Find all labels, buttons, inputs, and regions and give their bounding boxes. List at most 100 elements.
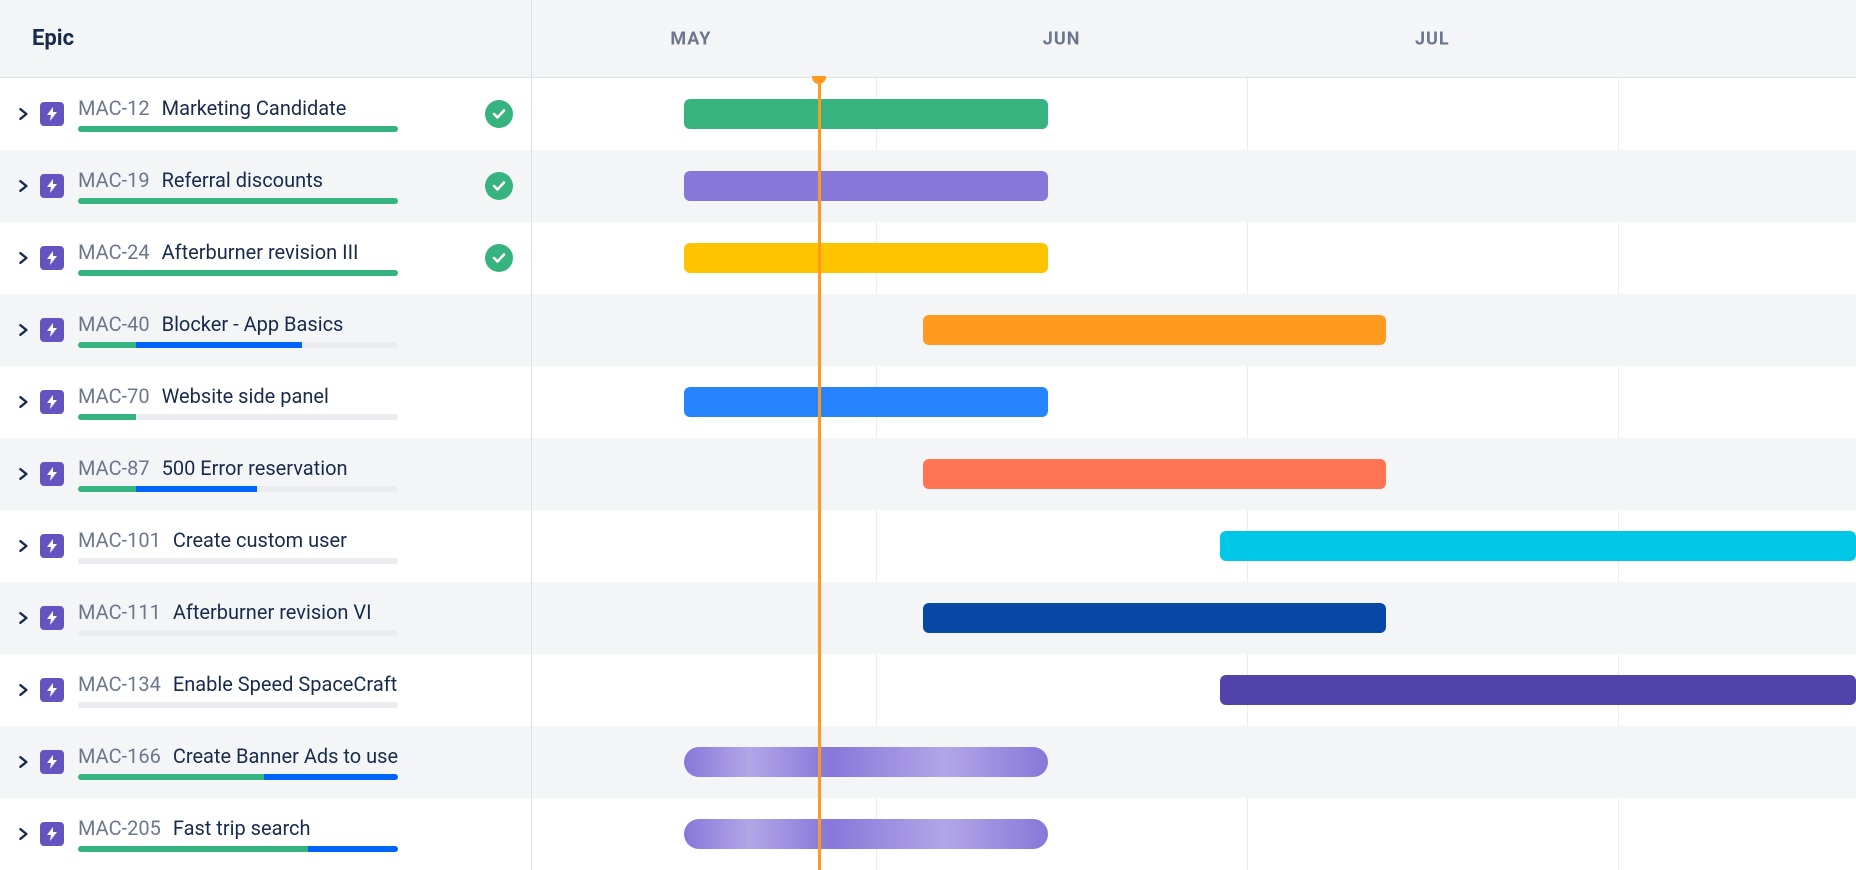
epic-type-icon: [40, 678, 64, 702]
epic-timeline-bar[interactable]: [684, 819, 1048, 849]
epic-row[interactable]: MAC-101 Create custom user: [0, 510, 531, 582]
epic-title[interactable]: Enable Speed SpaceCraft: [173, 672, 397, 696]
timeline-row: [532, 510, 1856, 582]
epic-title[interactable]: Referral discounts: [162, 168, 323, 192]
epic-type-icon: [40, 390, 64, 414]
expand-chevron-icon[interactable]: [18, 684, 30, 696]
expand-chevron-icon[interactable]: [18, 396, 30, 408]
epic-text-block: MAC-12 Marketing Candidate: [78, 96, 473, 132]
timeline-row: [532, 150, 1856, 222]
epic-row[interactable]: MAC-70 Website side panel: [0, 366, 531, 438]
timeline-row: [532, 222, 1856, 294]
epic-type-icon: [40, 318, 64, 342]
epic-timeline-bar[interactable]: [684, 387, 1048, 417]
epic-row[interactable]: MAC-134 Enable Speed SpaceCraft: [0, 654, 531, 726]
epic-progress-bar: [78, 846, 398, 852]
expand-chevron-icon[interactable]: [18, 756, 30, 768]
done-check-icon: [485, 244, 513, 272]
epic-timeline-bar[interactable]: [684, 99, 1048, 129]
epic-text-block: MAC-40 Blocker - App Basics: [78, 312, 513, 348]
epic-title[interactable]: Fast trip search: [173, 816, 311, 840]
epic-text-block: MAC-166 Create Banner Ads to use: [78, 744, 513, 780]
epic-timeline-bar[interactable]: [1220, 675, 1856, 705]
expand-chevron-icon[interactable]: [18, 468, 30, 480]
epic-key[interactable]: MAC-12: [78, 96, 150, 120]
expand-chevron-icon[interactable]: [18, 252, 30, 264]
epic-title[interactable]: Afterburner revision VI: [173, 600, 372, 624]
epic-text-block: MAC-87 500 Error reservation: [78, 456, 513, 492]
epic-key[interactable]: MAC-205: [78, 816, 161, 840]
epic-row[interactable]: MAC-19 Referral discounts: [0, 150, 531, 222]
expand-chevron-icon[interactable]: [18, 828, 30, 840]
epic-title[interactable]: Blocker - App Basics: [162, 312, 344, 336]
sidebar-header: Epic: [0, 0, 531, 78]
epic-timeline-bar[interactable]: [923, 315, 1386, 345]
epic-row[interactable]: MAC-111 Afterburner revision VI: [0, 582, 531, 654]
timeline-row: [532, 582, 1856, 654]
epic-timeline-bar[interactable]: [684, 171, 1048, 201]
epic-title[interactable]: 500 Error reservation: [162, 456, 348, 480]
epic-row[interactable]: MAC-87 500 Error reservation: [0, 438, 531, 510]
month-label: JUL: [1415, 28, 1450, 49]
epic-row[interactable]: MAC-24 Afterburner revision III: [0, 222, 531, 294]
epic-text-block: MAC-19 Referral discounts: [78, 168, 473, 204]
epic-progress-bar: [78, 342, 398, 348]
epic-text-block: MAC-205 Fast trip search: [78, 816, 513, 852]
today-marker: [818, 78, 821, 870]
epic-type-icon: [40, 102, 64, 126]
epic-type-icon: [40, 534, 64, 558]
sidebar-title: Epic: [32, 26, 74, 51]
epic-type-icon: [40, 750, 64, 774]
epic-key[interactable]: MAC-101: [78, 528, 161, 552]
epic-title[interactable]: Create Banner Ads to use: [173, 744, 398, 768]
epic-progress-bar: [78, 630, 398, 636]
expand-chevron-icon[interactable]: [18, 324, 30, 336]
epic-type-icon: [40, 462, 64, 486]
epic-title[interactable]: Marketing Candidate: [162, 96, 347, 120]
epic-timeline-bar[interactable]: [1220, 531, 1856, 561]
epic-text-block: MAC-111 Afterburner revision VI: [78, 600, 513, 636]
expand-chevron-icon[interactable]: [18, 108, 30, 120]
epic-type-icon: [40, 822, 64, 846]
epic-text-block: MAC-24 Afterburner revision III: [78, 240, 473, 276]
epic-row[interactable]: MAC-40 Blocker - App Basics: [0, 294, 531, 366]
epic-type-icon: [40, 174, 64, 198]
timeline-row: [532, 294, 1856, 366]
epic-key[interactable]: MAC-166: [78, 744, 161, 768]
epic-timeline-bar[interactable]: [684, 243, 1048, 273]
epic-type-icon: [40, 246, 64, 270]
epic-text-block: MAC-70 Website side panel: [78, 384, 513, 420]
epic-title[interactable]: Afterburner revision III: [162, 240, 359, 264]
epic-progress-bar: [78, 702, 398, 708]
epic-progress-bar: [78, 126, 398, 132]
epic-progress-bar: [78, 270, 398, 276]
timeline-row: [532, 654, 1856, 726]
expand-chevron-icon[interactable]: [18, 180, 30, 192]
epic-key[interactable]: MAC-24: [78, 240, 150, 264]
epic-timeline-bar[interactable]: [923, 459, 1386, 489]
month-label: JUN: [1043, 28, 1081, 49]
epic-row[interactable]: MAC-205 Fast trip search: [0, 798, 531, 870]
epic-text-block: MAC-134 Enable Speed SpaceCraft: [78, 672, 513, 708]
expand-chevron-icon[interactable]: [18, 612, 30, 624]
epic-key[interactable]: MAC-40: [78, 312, 150, 336]
epic-key[interactable]: MAC-87: [78, 456, 150, 480]
epic-timeline-bar[interactable]: [684, 747, 1048, 777]
epic-row[interactable]: MAC-166 Create Banner Ads to use: [0, 726, 531, 798]
epic-title[interactable]: Create custom user: [173, 528, 347, 552]
expand-chevron-icon[interactable]: [18, 540, 30, 552]
epic-progress-bar: [78, 774, 398, 780]
epic-progress-bar: [78, 486, 398, 492]
epic-key[interactable]: MAC-19: [78, 168, 150, 192]
epic-key[interactable]: MAC-111: [78, 600, 161, 624]
epic-row[interactable]: MAC-12 Marketing Candidate: [0, 78, 531, 150]
timeline-row: [532, 438, 1856, 510]
epic-timeline-bar[interactable]: [923, 603, 1386, 633]
timeline-row: [532, 726, 1856, 798]
epic-key[interactable]: MAC-134: [78, 672, 161, 696]
timeline-row: [532, 366, 1856, 438]
done-check-icon: [485, 172, 513, 200]
epic-key[interactable]: MAC-70: [78, 384, 150, 408]
timeline-row: [532, 78, 1856, 150]
epic-title[interactable]: Website side panel: [162, 384, 329, 408]
